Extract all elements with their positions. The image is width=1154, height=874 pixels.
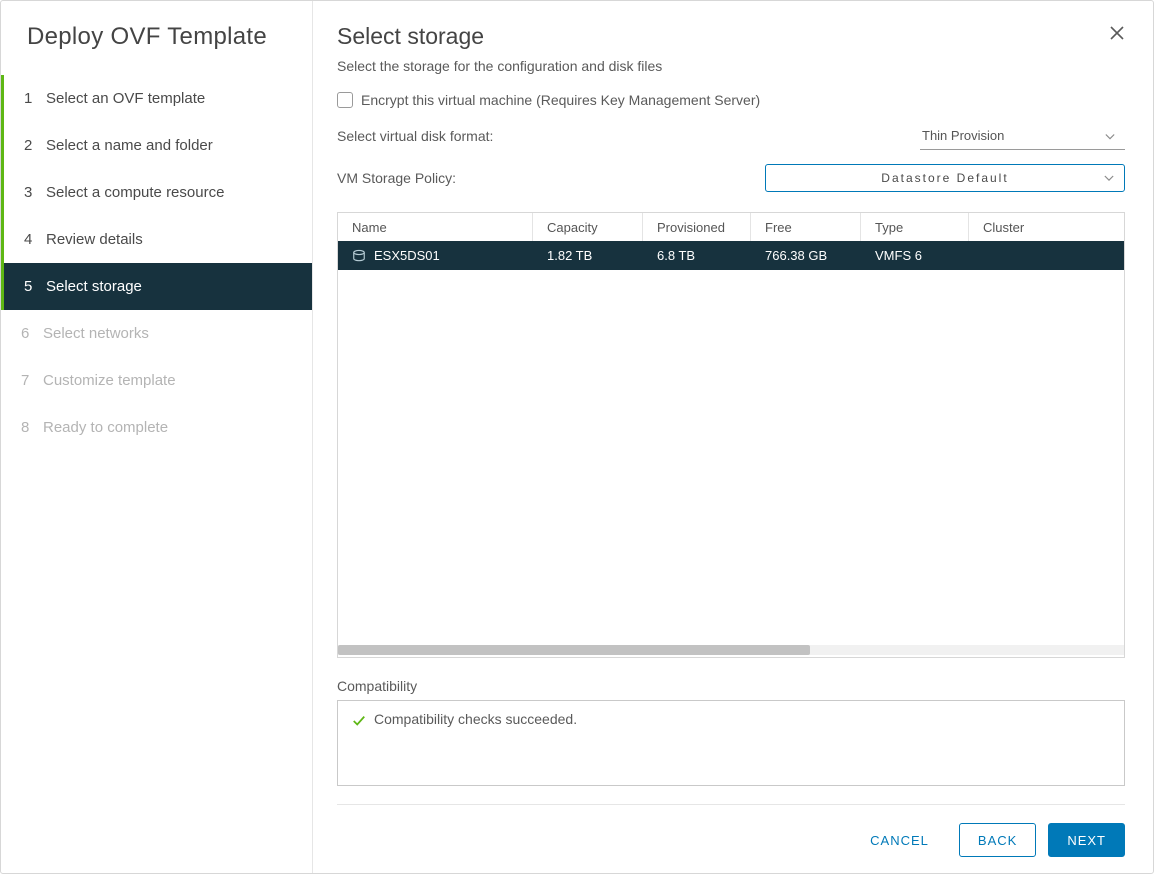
disk-format-select[interactable]: Thin Provision xyxy=(920,122,1125,150)
wizard-step-compute-resource[interactable]: 3 Select a compute resource xyxy=(4,169,312,216)
wizard-step-review-details[interactable]: 4 Review details xyxy=(4,216,312,263)
storage-policy-label: VM Storage Policy: xyxy=(337,170,456,186)
table-header: Name Capacity Provisioned Free Type Clus… xyxy=(338,213,1124,241)
disk-format-label: Select virtual disk format: xyxy=(337,128,493,144)
wizard-sidebar: Deploy OVF Template 1 Select an OVF temp… xyxy=(1,1,313,873)
disk-format-row: Select virtual disk format: Thin Provisi… xyxy=(337,122,1125,150)
wizard-step-name-folder[interactable]: 2 Select a name and folder xyxy=(4,122,312,169)
page-subtitle: Select the storage for the configuration… xyxy=(337,58,1125,74)
wizard-footer: CANCEL BACK NEXT xyxy=(337,804,1125,857)
back-button[interactable]: BACK xyxy=(959,823,1036,857)
chevron-down-icon xyxy=(1105,128,1115,143)
cancel-button[interactable]: CANCEL xyxy=(852,823,947,857)
wizard-step-ready-complete: 8 Ready to complete xyxy=(1,404,312,451)
wizard-title: Deploy OVF Template xyxy=(1,23,312,69)
th-provisioned[interactable]: Provisioned xyxy=(643,213,751,241)
disk-format-value: Thin Provision xyxy=(922,128,1004,143)
encrypt-checkbox[interactable] xyxy=(337,92,353,108)
next-button[interactable]: NEXT xyxy=(1048,823,1125,857)
wizard-step-select-storage[interactable]: 5 Select storage xyxy=(4,263,312,310)
cell-provisioned: 6.8 TB xyxy=(643,248,751,263)
th-type[interactable]: Type xyxy=(861,213,969,241)
compatibility-label: Compatibility xyxy=(337,678,1125,694)
datastore-row[interactable]: ESX5DS01 1.82 TB 6.8 TB 766.38 GB VMFS 6 xyxy=(338,241,1124,270)
datastore-table: Name Capacity Provisioned Free Type Clus… xyxy=(337,212,1125,658)
th-name[interactable]: Name xyxy=(338,213,533,241)
cell-type: VMFS 6 xyxy=(861,248,969,263)
encrypt-label: Encrypt this virtual machine (Requires K… xyxy=(361,92,760,108)
storage-policy-value: Datastore Default xyxy=(881,171,1008,185)
wizard-step-select-networks: 6 Select networks xyxy=(1,310,312,357)
wizard-step-customize-template: 7 Customize template xyxy=(1,357,312,404)
cell-capacity: 1.82 TB xyxy=(533,248,643,263)
wizard-content: Select storage Select the storage for th… xyxy=(313,1,1153,873)
encrypt-row: Encrypt this virtual machine (Requires K… xyxy=(337,92,1125,108)
table-body: ESX5DS01 1.82 TB 6.8 TB 766.38 GB VMFS 6 xyxy=(338,241,1124,643)
check-icon xyxy=(352,714,366,731)
deploy-ovf-dialog: Deploy OVF Template 1 Select an OVF temp… xyxy=(0,0,1154,874)
compatibility-message: Compatibility checks succeeded. xyxy=(374,711,577,727)
wizard-steps: 1 Select an OVF template 2 Select a name… xyxy=(1,75,312,451)
storage-policy-row: VM Storage Policy: Datastore Default xyxy=(337,164,1125,192)
cell-name: ESX5DS01 xyxy=(374,248,440,263)
compatibility-box: Compatibility checks succeeded. xyxy=(337,700,1125,786)
datastore-icon xyxy=(352,249,366,263)
chevron-down-icon xyxy=(1104,171,1114,185)
page-title: Select storage xyxy=(337,23,1125,50)
th-free[interactable]: Free xyxy=(751,213,861,241)
storage-policy-select[interactable]: Datastore Default xyxy=(765,164,1125,192)
th-cluster[interactable]: Cluster xyxy=(969,213,1124,241)
cell-free: 766.38 GB xyxy=(751,248,861,263)
table-h-scrollbar[interactable] xyxy=(338,643,1124,657)
th-capacity[interactable]: Capacity xyxy=(533,213,643,241)
wizard-step-ovf-template[interactable]: 1 Select an OVF template xyxy=(4,75,312,122)
close-icon[interactable] xyxy=(1109,25,1131,47)
